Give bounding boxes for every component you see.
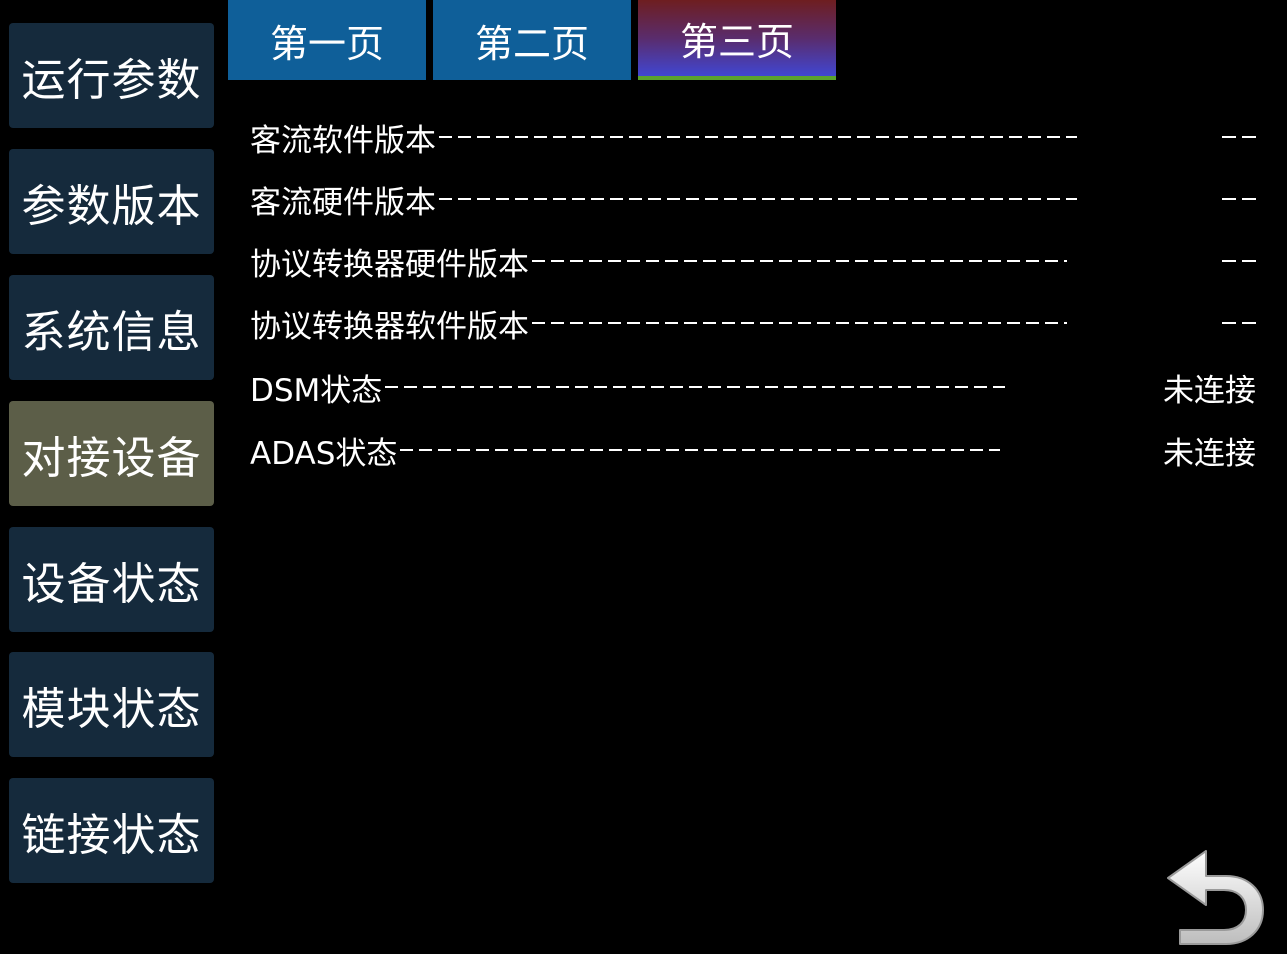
tab-page-3[interactable]: 第三页 xyxy=(638,0,836,80)
row-label: DSM状态 xyxy=(250,372,383,409)
list-item: 协议转换器硬件版本 xyxy=(250,239,1260,283)
sidebar-item-device-status[interactable]: 设备状态 xyxy=(9,527,214,632)
dashed-leader xyxy=(532,260,1067,262)
dashed-leader xyxy=(532,322,1067,324)
list-item: DSM状态 未连接 xyxy=(250,365,1260,409)
row-label: 客流软件版本 xyxy=(250,122,436,159)
row-value xyxy=(1216,301,1256,345)
sidebar-item-run-params[interactable]: 运行参数 xyxy=(9,23,214,128)
list-item: 协议转换器软件版本 xyxy=(250,301,1260,345)
sidebar-item-module-status[interactable]: 模块状态 xyxy=(9,652,214,757)
sidebar-item-system-info[interactable]: 系统信息 xyxy=(9,275,214,380)
sidebar-item-docking-devices[interactable]: 对接设备 xyxy=(9,401,214,506)
row-value: 未连接 xyxy=(1163,372,1256,409)
tab-page-2[interactable]: 第二页 xyxy=(433,0,631,80)
sidebar-item-param-version[interactable]: 参数版本 xyxy=(9,149,214,254)
row-value: 未连接 xyxy=(1163,435,1256,472)
list-item: ADAS状态 未连接 xyxy=(250,428,1260,472)
dashed-leader xyxy=(439,198,1077,200)
row-value xyxy=(1216,115,1256,159)
row-label: 客流硬件版本 xyxy=(250,184,436,221)
tab-page-1[interactable]: 第一页 xyxy=(228,0,426,80)
row-value xyxy=(1216,177,1256,221)
list-item: 客流软件版本 xyxy=(250,115,1260,159)
row-label: 协议转换器软件版本 xyxy=(250,308,529,345)
dashed-leader xyxy=(400,449,1001,451)
row-label: 协议转换器硬件版本 xyxy=(250,246,529,283)
dashed-leader xyxy=(439,136,1077,138)
row-label: ADAS状态 xyxy=(250,435,398,472)
back-button[interactable] xyxy=(1162,848,1268,946)
dashed-leader xyxy=(385,386,1006,388)
sidebar-item-link-status[interactable]: 链接状态 xyxy=(9,778,214,883)
row-value xyxy=(1216,239,1256,283)
back-arrow-icon xyxy=(1167,850,1264,945)
list-item: 客流硬件版本 xyxy=(250,177,1260,221)
